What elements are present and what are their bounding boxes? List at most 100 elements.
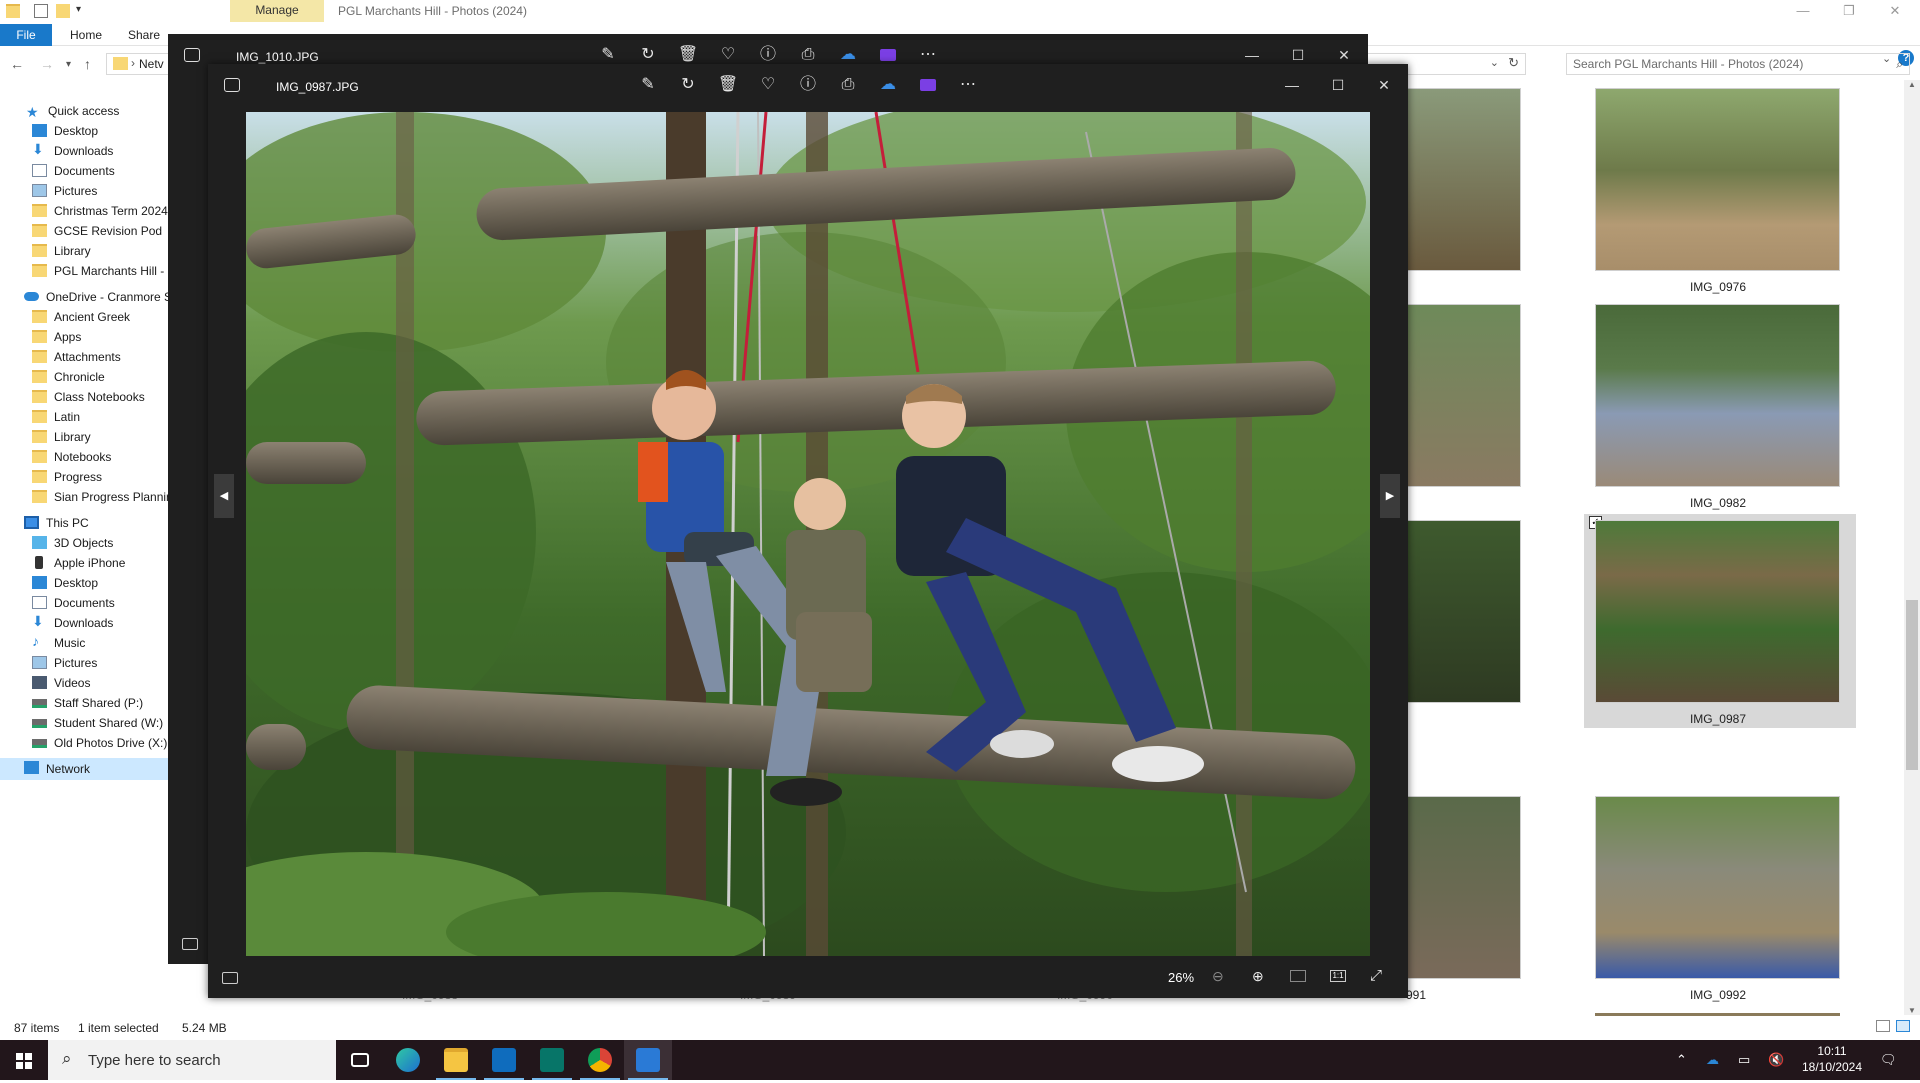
close-icon[interactable]: ✕ <box>1324 44 1364 66</box>
rotate-icon[interactable]: ↻ <box>634 44 662 66</box>
more-options-icon[interactable]: ⋯ <box>954 74 982 96</box>
notification-center-icon[interactable]: 🗨 <box>1880 1052 1897 1068</box>
breadcrumb[interactable]: Netv <box>139 57 164 71</box>
clipchamp-icon[interactable] <box>914 74 942 96</box>
delete-icon[interactable]: 🗑 <box>674 44 702 66</box>
taskbar-app-file-explorer[interactable] <box>432 1040 480 1080</box>
scroll-down-icon[interactable]: ▼ <box>1908 1006 1916 1015</box>
thumbnail-image[interactable] <box>1595 520 1840 703</box>
taskbar-search-input[interactable]: ⌕ Type here to search <box>48 1040 336 1080</box>
zoom-in-icon[interactable]: ⊕ <box>1252 968 1264 985</box>
back-arrow-icon[interactable]: ← <box>10 56 24 72</box>
fit-to-window-icon[interactable] <box>1290 970 1306 982</box>
maximize-icon[interactable]: ☐ <box>1318 74 1358 96</box>
tab-file[interactable]: File <box>0 24 52 46</box>
properties-icon[interactable] <box>34 4 48 18</box>
manage-contextual-tab[interactable]: Manage <box>230 0 324 22</box>
taskbar-app-chrome[interactable] <box>576 1040 624 1080</box>
details-view-icon[interactable] <box>1876 1020 1890 1032</box>
thumbnail-image[interactable] <box>1595 796 1840 979</box>
taskbar-search-placeholder: Type here to search <box>88 1052 221 1069</box>
scroll-up-icon[interactable]: ▲ <box>1908 80 1916 89</box>
thumbnail-label[interactable]: IMG_0987 <box>1588 712 1848 726</box>
phone-icon <box>35 556 43 569</box>
forward-arrow-icon[interactable]: → <box>40 56 54 72</box>
folder-icon <box>32 244 47 257</box>
restore-icon[interactable]: ❐ <box>1826 0 1872 24</box>
large-icons-view-icon[interactable] <box>1896 1020 1910 1032</box>
onedrive-icon[interactable]: ☁ <box>834 44 862 66</box>
thumbnail-label[interactable]: IMG_0976 <box>1588 280 1848 294</box>
network-tray-icon[interactable]: ▭ <box>1738 1052 1750 1068</box>
maximize-icon[interactable]: ☐ <box>1278 44 1318 66</box>
taskbar: ⌕ Type here to search ⌃ ☁ ▭ 🔇 10:11 18/1… <box>0 1040 1920 1080</box>
address-dropdown-icon[interactable]: ⌄ <box>1490 56 1499 69</box>
taskbar-app-edge[interactable] <box>384 1040 432 1080</box>
zoom-level[interactable]: 26% <box>1168 970 1194 985</box>
tab-home[interactable]: Home <box>70 28 102 42</box>
show-hidden-icons-icon[interactable]: ⌃ <box>1676 1052 1687 1068</box>
previous-image-icon[interactable]: ◀ <box>214 474 234 518</box>
scrollbar-thumb[interactable] <box>1906 600 1918 770</box>
vertical-scrollbar[interactable]: ▲ ▼ <box>1904 80 1920 1015</box>
photo-viewer-bottom-bar: 26% ⊖ ⊕ 1:1 ⤢ <box>208 958 1408 998</box>
taskbar-app-publisher[interactable] <box>528 1040 576 1080</box>
thumbnail-image[interactable] <box>1595 88 1840 271</box>
tab-share[interactable]: Share <box>128 28 160 42</box>
fullscreen-icon[interactable]: ⤢ <box>1370 967 1382 984</box>
pictures-icon <box>32 184 47 197</box>
clipchamp-icon[interactable] <box>874 44 902 66</box>
recent-locations-icon[interactable]: ▾ <box>66 59 71 70</box>
refresh-icon[interactable]: ↻ <box>1508 55 1519 71</box>
filmstrip-icon[interactable] <box>182 938 198 950</box>
photo-filename: IMG_1010.JPG <box>236 50 319 64</box>
more-options-icon[interactable]: ⋯ <box>914 44 942 66</box>
taskbar-app-outlook[interactable] <box>480 1040 528 1080</box>
edit-image-icon[interactable]: ✎ <box>594 44 622 66</box>
document-icon <box>32 164 47 177</box>
minimize-icon[interactable]: — <box>1232 44 1272 66</box>
volume-muted-icon[interactable]: 🔇 <box>1768 1052 1784 1068</box>
star-icon: ★ <box>26 104 39 120</box>
thumbnail-image-partial <box>1595 1013 1840 1016</box>
start-button[interactable] <box>0 1040 48 1080</box>
folder-icon <box>32 430 47 443</box>
taskbar-app-photos[interactable] <box>624 1040 672 1080</box>
print-icon[interactable]: ⎙ <box>794 44 822 66</box>
next-image-icon[interactable]: ▶ <box>1380 474 1400 518</box>
rotate-icon[interactable]: ↻ <box>674 74 702 96</box>
thumbnail-label[interactable]: IMG_0992 <box>1588 988 1848 1002</box>
favorite-heart-icon[interactable]: ♡ <box>754 74 782 96</box>
delete-icon[interactable]: 🗑 <box>714 74 742 96</box>
actual-size-icon[interactable]: 1:1 <box>1330 970 1346 982</box>
up-arrow-icon[interactable]: ↑ <box>84 56 91 72</box>
folder-icon <box>32 450 47 463</box>
folder-icon <box>32 350 47 363</box>
favorite-heart-icon[interactable]: ♡ <box>714 44 742 66</box>
quick-access-toolbar-dropdown-icon[interactable]: ▾ <box>76 4 90 18</box>
print-icon[interactable]: ⎙ <box>834 74 862 96</box>
thumbnail-label[interactable]: IMG_0982 <box>1588 496 1848 510</box>
folder-icon <box>32 264 47 277</box>
photo-viewer-window[interactable]: IMG_0987.JPG ✎ ↻ 🗑 ♡ ⓘ ⎙ ☁ ⋯ — ☐ ✕ ◀ ▶ 2… <box>208 64 1408 998</box>
close-icon[interactable]: ✕ <box>1872 0 1918 24</box>
new-folder-icon[interactable] <box>56 4 70 18</box>
thumbnail-image[interactable] <box>1595 304 1840 487</box>
folder-icon <box>32 330 47 343</box>
info-icon[interactable]: ⓘ <box>794 74 822 96</box>
onedrive-icon[interactable]: ☁ <box>874 74 902 96</box>
task-view-button[interactable] <box>336 1040 384 1080</box>
minimize-icon[interactable]: — <box>1780 0 1826 24</box>
filmstrip-icon[interactable] <box>222 972 238 984</box>
edit-image-icon[interactable]: ✎ <box>634 74 662 96</box>
photo-filename: IMG_0987.JPG <box>276 80 359 94</box>
system-clock[interactable]: 10:11 18/10/2024 <box>1800 1043 1864 1075</box>
nav-network[interactable]: Network <box>0 758 168 780</box>
zoom-out-icon[interactable]: ⊖ <box>1212 968 1224 985</box>
outlook-icon <box>492 1048 516 1072</box>
onedrive-tray-icon[interactable]: ☁ <box>1706 1052 1719 1068</box>
close-icon[interactable]: ✕ <box>1364 74 1404 96</box>
search-input[interactable]: Search PGL Marchants Hill - Photos (2024… <box>1566 53 1910 75</box>
minimize-icon[interactable]: — <box>1272 74 1312 96</box>
info-icon[interactable]: ⓘ <box>754 44 782 66</box>
